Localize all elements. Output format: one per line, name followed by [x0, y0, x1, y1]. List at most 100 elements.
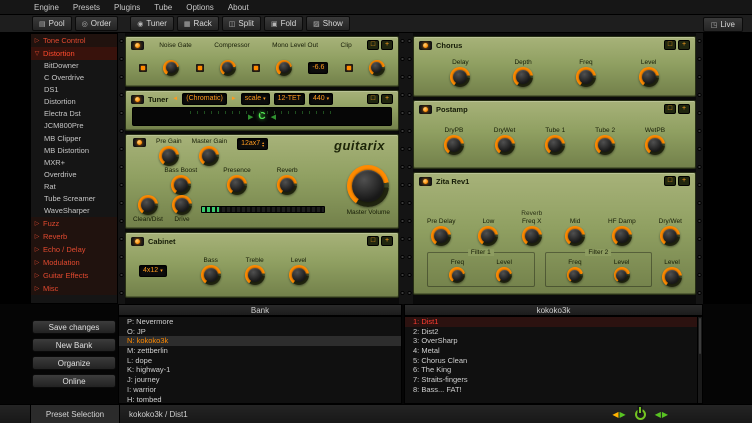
live-button[interactable]: ◳ Live — [703, 17, 743, 32]
bank-row-selected[interactable]: N: kokoko3k — [119, 336, 401, 346]
category-distortion[interactable]: ▽ Distortion — [31, 47, 117, 60]
scrollbar-thumb[interactable] — [699, 318, 701, 354]
tuner-mode-select[interactable]: (Chromatic) — [182, 93, 227, 105]
chorus-power-button[interactable] — [419, 41, 432, 50]
unit-detach-button[interactable]: □ — [367, 236, 379, 246]
unit-add-button[interactable]: + — [381, 236, 393, 246]
mode-prev-icon[interactable]: ◄ — [172, 96, 178, 102]
amp-power-button[interactable] — [133, 138, 146, 147]
menu-tube[interactable]: Tube — [154, 3, 172, 12]
mono-level-knob[interactable] — [276, 60, 292, 76]
compressor-led[interactable] — [196, 64, 204, 72]
category-echo-delay[interactable]: ▷ Echo / Delay — [31, 243, 117, 256]
input-chain-power-button[interactable] — [131, 41, 144, 50]
pre-gain-knob[interactable] — [159, 146, 179, 166]
zita-freq-x-knob[interactable] — [522, 226, 542, 246]
zita-dry-wet-knob[interactable] — [660, 226, 680, 246]
unit-add-button[interactable]: + — [678, 40, 690, 50]
unit-add-button[interactable]: + — [678, 176, 690, 186]
unit-detach-button[interactable]: □ — [367, 40, 379, 50]
plugin-item[interactable]: Rat — [31, 181, 117, 193]
category-misc[interactable]: ▷ Misc — [31, 282, 117, 295]
cabinet-model-select[interactable]: 4x12 ▾ — [139, 265, 167, 277]
postamp-tube2-knob[interactable] — [595, 135, 615, 155]
menu-engine[interactable]: Engine — [34, 3, 59, 12]
clip-knob[interactable] — [369, 60, 385, 76]
postamp-tube1-knob[interactable] — [545, 135, 565, 155]
chorus-level-knob[interactable] — [639, 67, 659, 87]
tube-select[interactable]: 12ax7 ▴▾ — [237, 138, 268, 150]
bank-row[interactable]: H: tombed — [119, 395, 401, 405]
preset-scrollbar[interactable] — [697, 317, 702, 403]
plugin-item[interactable]: Tube Screamer — [31, 193, 117, 205]
zita-pre-delay-knob[interactable] — [431, 226, 451, 246]
preset-row[interactable]: 2: Dist2 — [405, 327, 702, 337]
noise-gate-led[interactable] — [139, 64, 147, 72]
split-button[interactable]: ◫ Split — [222, 16, 261, 31]
presence-knob[interactable] — [227, 175, 247, 195]
postamp-power-button[interactable] — [419, 105, 432, 114]
category-tone-control[interactable]: ▷ Tone Control — [31, 34, 117, 47]
mode-next-icon[interactable]: ► — [231, 96, 237, 102]
show-button[interactable]: ▨ Show — [306, 16, 350, 31]
unit-add-button[interactable]: + — [678, 104, 690, 114]
rack-button[interactable]: ▦ Rack — [177, 16, 219, 31]
preset-row[interactable]: 3: OverSharp — [405, 336, 702, 346]
chorus-delay-knob[interactable] — [450, 67, 470, 87]
drive-knob[interactable] — [172, 195, 192, 215]
zita-out-level-knob[interactable] — [662, 267, 682, 287]
engine-power-icon[interactable] — [635, 409, 646, 420]
category-guitar-effects[interactable]: ▷ Guitar Effects — [31, 269, 117, 282]
bank-row[interactable]: P: Nevermore — [119, 317, 401, 327]
filter1-level-knob[interactable] — [496, 267, 512, 283]
menu-presets[interactable]: Presets — [73, 3, 100, 12]
plugin-item[interactable]: JCM800Pre — [31, 120, 117, 132]
category-modulation[interactable]: ▷ Modulation — [31, 256, 117, 269]
plugin-item[interactable]: Distortion — [31, 96, 117, 108]
compressor-knob[interactable] — [220, 60, 236, 76]
unit-detach-button[interactable]: □ — [664, 176, 676, 186]
master-gain-knob[interactable] — [199, 146, 219, 166]
chorus-freq-knob[interactable] — [576, 67, 596, 87]
postamp-wetpb-knob[interactable] — [645, 135, 665, 155]
bass-boost-knob[interactable] — [171, 175, 191, 195]
tuner-power-button[interactable] — [131, 95, 144, 104]
clean-dist-knob[interactable] — [138, 195, 158, 215]
bank-row[interactable]: L: dope — [119, 356, 401, 366]
reverb-knob[interactable] — [277, 175, 297, 195]
tuner-reference-select[interactable]: 440 ▾ — [309, 93, 333, 105]
bank-row[interactable]: O: JP — [119, 327, 401, 337]
preset-row[interactable]: 5: Chorus Clean — [405, 356, 702, 366]
preset-row[interactable]: 4: Metal — [405, 346, 702, 356]
new-bank-button[interactable]: New Bank — [32, 338, 116, 352]
order-button[interactable]: ◎ Order — [75, 16, 119, 31]
preset-selection-button[interactable]: Preset Selection — [30, 405, 120, 423]
unit-detach-button[interactable]: □ — [367, 94, 379, 104]
preset-row[interactable]: 7: Straits-fingers — [405, 375, 702, 385]
online-button[interactable]: Online — [32, 374, 116, 388]
category-fuzz[interactable]: ▷ Fuzz — [31, 217, 117, 230]
menu-plugins[interactable]: Plugins — [114, 3, 140, 12]
plugin-item[interactable]: DS1 — [31, 84, 117, 96]
master-volume-knob[interactable] — [347, 165, 389, 207]
menu-options[interactable]: Options — [186, 3, 214, 12]
jack-io-icon[interactable]: ◀▶ — [612, 410, 625, 419]
plugin-item[interactable]: BitDowner — [31, 60, 117, 72]
bank-row[interactable]: I: warrior — [119, 385, 401, 395]
cabinet-power-button[interactable] — [131, 237, 144, 246]
bank-row[interactable]: J: journey — [119, 375, 401, 385]
clip-led[interactable] — [345, 64, 353, 72]
fold-button[interactable]: ▣ Fold — [264, 16, 303, 31]
plugin-item[interactable]: MXR+ — [31, 157, 117, 169]
plugin-item[interactable]: Electra Dst — [31, 108, 117, 120]
zita-mid-knob[interactable] — [565, 226, 585, 246]
postamp-drypb-knob[interactable] — [444, 135, 464, 155]
mono-level-led[interactable] — [252, 64, 260, 72]
zita-hf-damp-knob[interactable] — [612, 226, 632, 246]
zita-low-knob[interactable] — [478, 226, 498, 246]
tuner-temperament-select[interactable]: 12-TET — [274, 93, 305, 105]
filter1-freq-knob[interactable] — [449, 267, 465, 283]
plugin-item[interactable]: C Overdrive — [31, 72, 117, 84]
unit-add-button[interactable]: + — [381, 40, 393, 50]
filter2-level-knob[interactable] — [614, 267, 630, 283]
